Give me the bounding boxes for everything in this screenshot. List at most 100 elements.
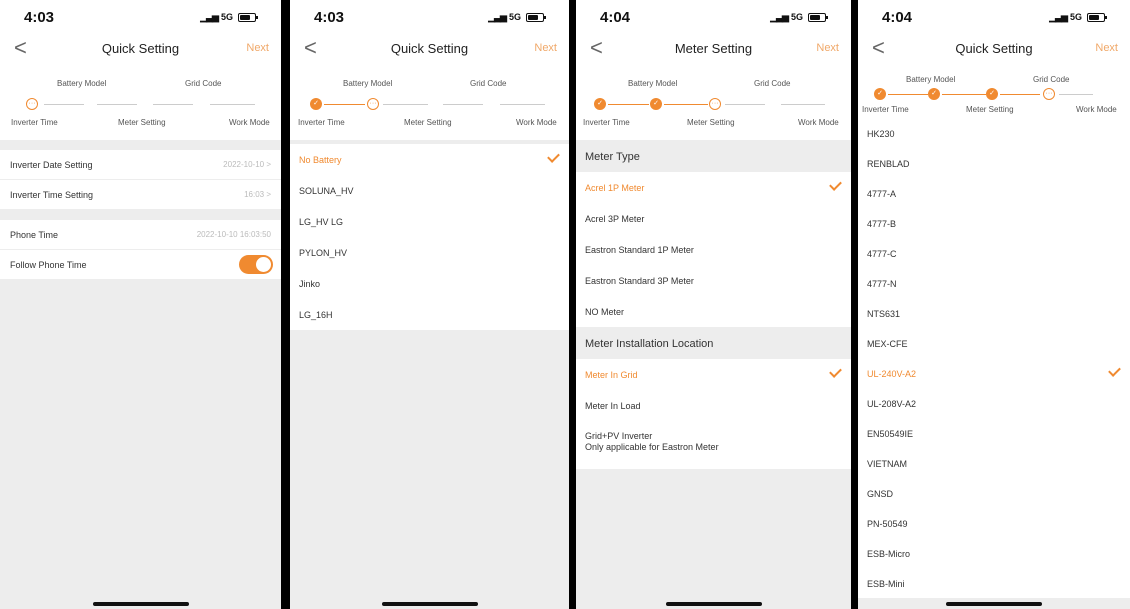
step-line <box>44 104 84 105</box>
step-line <box>383 104 428 105</box>
list-item[interactable]: EN50549IE <box>858 418 1130 448</box>
list-item[interactable]: UL-240V-A2 <box>858 358 1130 388</box>
list-item[interactable]: 4777-A <box>858 178 1130 208</box>
list-item[interactable]: 4777-N <box>858 268 1130 298</box>
grid-pv-title: Grid+PV Inverter <box>585 431 653 441</box>
list-item[interactable]: LG_HV LG <box>290 206 569 237</box>
step-line <box>153 104 193 105</box>
list-item[interactable]: Jinko <box>290 268 569 299</box>
battery-icon <box>238 13 258 22</box>
meter-setting-screen: 4:04 ▁▃▅ 5G < Meter Setting Next Battery … <box>576 0 851 609</box>
step-line <box>1000 94 1040 95</box>
page-title: Quick Setting <box>390 41 469 56</box>
step-label-inverter-time: Inverter Time <box>11 118 58 127</box>
list-item[interactable]: Acrel 1P Meter <box>576 172 851 203</box>
list-item-label: PN-50549 <box>867 519 908 529</box>
step-label-work-mode: Work Mode <box>229 118 270 127</box>
list-item-label: MEX-CFE <box>867 339 908 349</box>
list-item[interactable]: ESB-Mini <box>858 568 1130 598</box>
list-item[interactable]: HK230 <box>858 118 1130 148</box>
next-button[interactable]: Next <box>246 42 269 54</box>
follow-phone-time-toggle[interactable] <box>239 255 273 274</box>
battery-icon <box>526 13 546 22</box>
page-title: Meter Setting <box>674 41 753 56</box>
list-item[interactable]: LG_16H <box>290 299 569 330</box>
signal-icon: ▁▃▅ <box>488 12 507 22</box>
list-item[interactable]: PYLON_HV <box>290 237 569 268</box>
list-item[interactable]: Meter In Grid <box>576 359 851 390</box>
list-item[interactable]: 4777-B <box>858 208 1130 238</box>
step-label-inverter-time: Inverter Time <box>298 118 345 127</box>
list-item[interactable]: RENBLAD <box>858 148 1130 178</box>
signal-icon: ▁▃▅ <box>200 12 219 22</box>
checkmark-icon <box>547 150 560 163</box>
list-item-label: SOLUNA_HV <box>299 186 354 196</box>
status-bar: 4:04 ▁▃▅ 5G <box>576 0 851 33</box>
signal-icon: ▁▃▅ <box>1049 12 1068 22</box>
step-line <box>210 104 255 105</box>
list-item-label: Eastron Standard 1P Meter <box>585 245 694 255</box>
home-indicator <box>946 602 1042 606</box>
list-item[interactable]: ESB-Micro <box>858 538 1130 568</box>
list-item[interactable]: NO Meter <box>576 296 851 327</box>
list-item[interactable]: MEX-CFE <box>858 328 1130 358</box>
follow-phone-time-label: Follow Phone Time <box>10 260 87 270</box>
list-item[interactable]: SOLUNA_HV <box>290 175 569 206</box>
list-item-label: NO Meter <box>585 307 625 317</box>
step-done-icon: ✓ <box>928 88 940 100</box>
step-indicator: Battery Model Grid Code ✓ ✓ ✓ ··· Invert… <box>858 65 1130 118</box>
checkmark-icon <box>829 178 842 191</box>
list-item[interactable]: Meter In Load <box>576 390 851 421</box>
list-item[interactable]: Acrel 3P Meter <box>576 203 851 234</box>
next-button[interactable]: Next <box>534 42 557 54</box>
page-title: Quick Setting <box>955 41 1033 56</box>
next-button[interactable]: Next <box>816 42 839 54</box>
step-label-meter-setting: Meter Setting <box>687 118 735 127</box>
list-item-label: Jinko <box>299 279 321 289</box>
list-item[interactable]: Eastron Standard 3P Meter <box>576 265 851 296</box>
step-done-icon: ✓ <box>874 88 886 100</box>
inverter-time-label: Inverter Time Setting <box>10 190 94 200</box>
list-item[interactable]: VIETNAM <box>858 448 1130 478</box>
phone-time-value: 2022-10-10 16:03:50 <box>196 230 271 239</box>
status-bar: 4:03 ▁▃▅ 5G <box>290 0 569 33</box>
list-item-label: ESB-Micro <box>867 549 911 559</box>
list-item[interactable]: GNSD <box>858 478 1130 508</box>
step-line <box>725 104 765 105</box>
list-item-label: UL-240V-A2 <box>867 369 917 379</box>
status-bar: 4:03 ▁▃▅ 5G <box>0 0 281 33</box>
battery-icon <box>808 13 828 22</box>
clock: 4:03 <box>24 9 55 26</box>
list-item-label: LG_16H <box>299 310 333 320</box>
network-indicator: ▁▃▅ 5G <box>488 12 521 22</box>
step-done-icon: ✓ <box>650 98 662 110</box>
list-item-label: No Battery <box>299 155 342 165</box>
phone-time-label: Phone Time <box>10 230 59 240</box>
list-item[interactable]: Eastron Standard 1P Meter <box>576 234 851 265</box>
list-item[interactable]: UL-208V-A2 <box>858 388 1130 418</box>
step-line <box>324 104 365 105</box>
next-button[interactable]: Next <box>1095 42 1118 54</box>
inverter-time-value: 16:03 > <box>244 190 271 199</box>
step-indicator: Battery Model Grid Code ··· Inverter Tim… <box>0 65 281 140</box>
list-item-label: 4777-A <box>867 189 897 199</box>
list-item[interactable]: No Battery <box>290 144 569 175</box>
step-line <box>664 104 708 105</box>
inverter-time-row[interactable]: Inverter Time Setting 16:03 > <box>0 180 281 209</box>
inverter-time-screen: 4:03 ▁▃▅ 5G < Quick Setting Next Battery … <box>0 0 281 609</box>
home-indicator <box>92 602 189 606</box>
list-item-label: HK230 <box>867 129 895 139</box>
nav-bar: < Quick Setting Next <box>0 33 281 65</box>
list-item[interactable]: PN-50549 <box>858 508 1130 538</box>
list-item[interactable]: NTS631 <box>858 298 1130 328</box>
step-current-icon: ··· <box>367 98 379 110</box>
list-item[interactable]: 4777-C <box>858 238 1130 268</box>
step-label-battery-model: Battery Model <box>906 75 956 84</box>
list-item-label: 4777-N <box>867 279 897 289</box>
clock: 4:03 <box>314 9 345 26</box>
list-item[interactable]: Grid+PV Inverter Only applicable for East… <box>576 421 851 469</box>
inverter-date-row[interactable]: Inverter Date Setting 2022-10-10 > <box>0 150 281 179</box>
step-label-battery-model: Battery Model <box>628 79 678 88</box>
step-line <box>443 104 483 105</box>
step-line <box>942 94 986 95</box>
